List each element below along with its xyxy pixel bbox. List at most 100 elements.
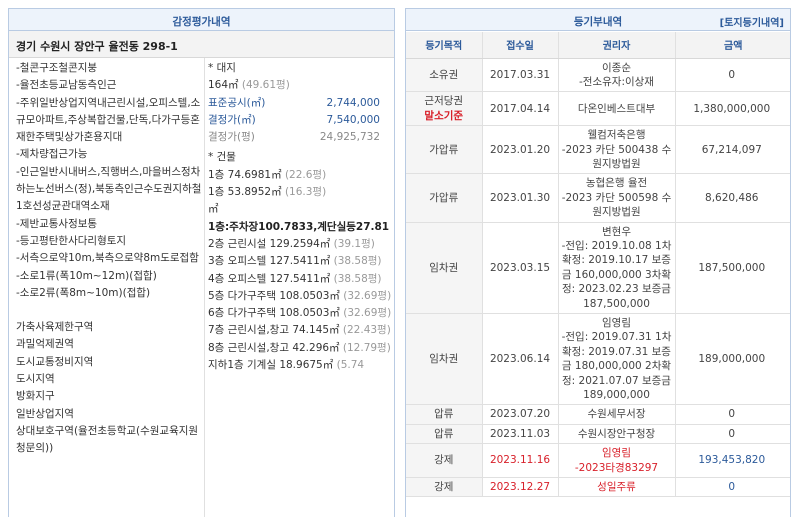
registry-row[interactable]: 강제 2023.12.27 성일주류 0 <box>406 477 790 498</box>
holder-cell: 이종순 -전소유자:이상재 <box>558 58 676 93</box>
floor-area: 1층 74.6981㎡ <box>208 168 282 181</box>
building-floor-row: 3층 오피스텔 127.5411㎡ (38.58평) <box>208 253 392 270</box>
holder-cell: 수원시장안구청장 <box>558 424 676 445</box>
amount-cell: 0 <box>675 58 790 93</box>
holder-cell: 성일주류 <box>558 477 676 498</box>
date-cell: 2023.11.16 <box>482 443 559 479</box>
building-floor-row: 6층 다가구주택 108.0503㎡ (32.69평) <box>208 305 392 322</box>
feature-item: -제반교통사정보통 <box>16 217 98 230</box>
building-floor-row: 8층 근린시설,창고 42.296㎡ (12.79평) <box>208 340 392 357</box>
decided-pyeong-value: 24,925,732 <box>319 131 380 144</box>
registry-row[interactable]: 임차권 2023.06.14 임영림 -전입: 2019.07.31 1차확정: 2… <box>406 313 790 406</box>
floor-area: 4층 오피스텔 127.5411㎡ <box>208 272 331 285</box>
amount-cell: 8,620,486 <box>675 173 790 223</box>
land-area-pyeong: (49.61평) <box>241 79 290 92</box>
official-price-row: 표준공시(㎡) 2,744,000 <box>208 95 392 112</box>
land-area-value: 164㎡ <box>208 79 239 92</box>
building-floor-row: ㎡ <box>208 201 392 218</box>
date-cell: 2017.04.14 <box>482 91 559 127</box>
registry-row[interactable]: 소유권 2017.03.31 이종순 -전소유자:이상재 0 <box>406 58 790 93</box>
purpose-cell: 강제 <box>406 443 483 479</box>
building-floor-row: 1층 74.6981㎡ (22.6평) <box>208 167 392 184</box>
appraisal-title: 감정평가내역 <box>172 16 231 28</box>
building-floor-row: 2층 근린시설 129.2594㎡ (39.1평) <box>208 236 392 253</box>
purpose-cell: 근저당권 말소기준 <box>406 91 483 127</box>
land-registry-link[interactable]: [토지등기내역] <box>720 14 784 29</box>
purpose-cell: 가압류 <box>406 125 483 175</box>
floor-area: 8층 근린시설,창고 42.296㎡ <box>208 341 340 354</box>
building-floor-row: 지하1층 기계실 18.9675㎡ (5.74 <box>208 357 392 374</box>
floor-area: 5층 다가구주택 108.0503㎡ <box>208 289 340 302</box>
holder-cell: 수원세무서장 <box>558 404 676 425</box>
feature-list: -철콘구조철콘지붕 -율전초등교남동측인근 -주위일반상업지역내근린시설,오피스텔,… <box>16 60 202 458</box>
holder-cell: 변현우 -전입: 2019.10.08 1차확정: 2019.10.17 보증금… <box>558 222 676 315</box>
floor-area: ㎡ <box>208 203 219 216</box>
floor-area-pyeong: (22.43평) <box>342 324 391 337</box>
date-cell: 2023.01.20 <box>482 125 559 175</box>
zoning-item: 일반상업지역 <box>16 407 74 420</box>
col-header-holder: 권리자 <box>558 32 676 59</box>
floor-area: 2층 근린시설 129.2594㎡ <box>208 237 331 250</box>
floor-area: 1층 53.8952㎡ <box>208 186 282 199</box>
holder-cell: 다온인베스트대부 <box>558 91 676 127</box>
date-cell: 2023.12.27 <box>482 477 559 498</box>
column-divider <box>204 58 205 517</box>
amount-cell: 0 <box>675 477 790 498</box>
zoning-item: 상대보호구역(율전초등학교(수원교육지원청문의)) <box>16 424 199 455</box>
building-floor-row: 7층 근린시설,창고 74.145㎡ (22.43평) <box>208 322 392 339</box>
amount-cell: 189,000,000 <box>675 313 790 406</box>
feature-item: -소로1류(폭10m~12m)(접합) <box>16 269 157 282</box>
feature-item: -서측으로약10m,북측으로약8m도로접함 <box>16 252 199 265</box>
decided-pyeong-row: 결정가(평) 24,925,732 <box>208 129 392 146</box>
amount-cell: 187,500,000 <box>675 222 790 315</box>
zoning-item: 도시지역 <box>16 373 55 386</box>
feature-item: -인근일반시내버스,직행버스,마을버스정차하는노선버스(정),북동측인근수도권지… <box>16 165 202 213</box>
holder-cell: 웰컴저축은행 -2023 카단 500438 수원지방법원 <box>558 125 676 175</box>
floor-area-pyeong: (16.3평) <box>284 186 327 199</box>
floor-area-pyeong: (32.69평) <box>343 307 392 320</box>
purpose-cell: 임차권 <box>406 222 483 315</box>
decided-price-row: 결정가(㎡) 7,540,000 <box>208 112 392 129</box>
purpose-text: 임차권 <box>429 353 459 366</box>
purpose-text: 압류 <box>434 408 454 421</box>
registry-row[interactable]: 가압류 2023.01.30 농협은행 율전 -2023 카단 500598 수원지… <box>406 173 790 223</box>
building-floor-row: 1층 53.8952㎡ (16.3평) <box>208 184 392 201</box>
feature-item: -소로2류(폭8m~10m)(접합) <box>16 286 151 299</box>
floor-area: 지하1층 기계실 18.9675㎡ <box>208 359 334 372</box>
floor-area-pyeong: (32.69평) <box>343 289 392 302</box>
purpose-text: 가압류 <box>429 191 459 204</box>
registry-row[interactable]: 임차권 2023.03.15 변현우 -전입: 2019.10.08 1차확정: 2… <box>406 222 790 315</box>
registry-row[interactable]: 압류 2023.11.03 수원시장안구청장 0 <box>406 424 790 445</box>
registry-row[interactable]: 근저당권 말소기준 2017.04.14 다온인베스트대부 1,380,000,000 <box>406 91 790 127</box>
purpose-cell: 소유권 <box>406 58 483 93</box>
floor-area-pyeong: (38.58평) <box>333 255 382 268</box>
holder-cell: 임영림 -전입: 2019.07.31 1차확정: 2019.07.31 보증금… <box>558 313 676 406</box>
purpose-text: 가압류 <box>429 143 459 156</box>
decided-pyeong-label: 결정가(평) <box>208 131 255 144</box>
floor-area: 1층:주차장100.7833,계단실등27.81 <box>208 220 390 233</box>
col-header-purpose: 등기목적 <box>406 32 483 59</box>
purpose-cell: 강제 <box>406 477 483 498</box>
building-list: 1층 74.6981㎡ (22.6평) 1층 53.8952㎡ (16.3평) ㎡ 1… <box>208 167 392 375</box>
baseline-flag: 말소기준 <box>424 109 464 122</box>
registry-row[interactable]: 압류 2023.07.20 수원세무서장 0 <box>406 404 790 425</box>
registry-row[interactable]: 가압류 2023.01.20 웰컴저축은행 -2023 카단 500438 수원지방… <box>406 125 790 175</box>
registry-row[interactable]: 강제 2023.11.16 임영림 -2023타경83297 193,453,820 <box>406 443 790 479</box>
floor-area-pyeong: (38.58평) <box>333 272 382 285</box>
amount-cell: 0 <box>675 404 790 425</box>
col-header-date: 접수일 <box>482 32 559 59</box>
purpose-cell: 가압류 <box>406 173 483 223</box>
purpose-text: 강제 <box>434 454 454 467</box>
purpose-text: 임차권 <box>429 261 459 274</box>
holder-cell: 농협은행 율전 -2023 카단 500598 수원지방법원 <box>558 173 676 223</box>
decided-price-label: 결정가(㎡) <box>208 113 256 126</box>
floor-area-pyeong: (5.74 <box>336 359 365 372</box>
date-cell: 2023.03.15 <box>482 222 559 315</box>
appraisal-body: -철콘구조철콘지붕 -율전초등교남동측인근 -주위일반상업지역내근린시설,오피스텔,… <box>9 58 394 517</box>
zoning-item: 가축사육제한구역 <box>16 321 94 334</box>
amount-cell: 67,214,097 <box>675 125 790 175</box>
date-cell: 2023.06.14 <box>482 313 559 406</box>
floor-area: 7층 근린시설,창고 74.145㎡ <box>208 324 340 337</box>
purpose-cell: 압류 <box>406 404 483 425</box>
